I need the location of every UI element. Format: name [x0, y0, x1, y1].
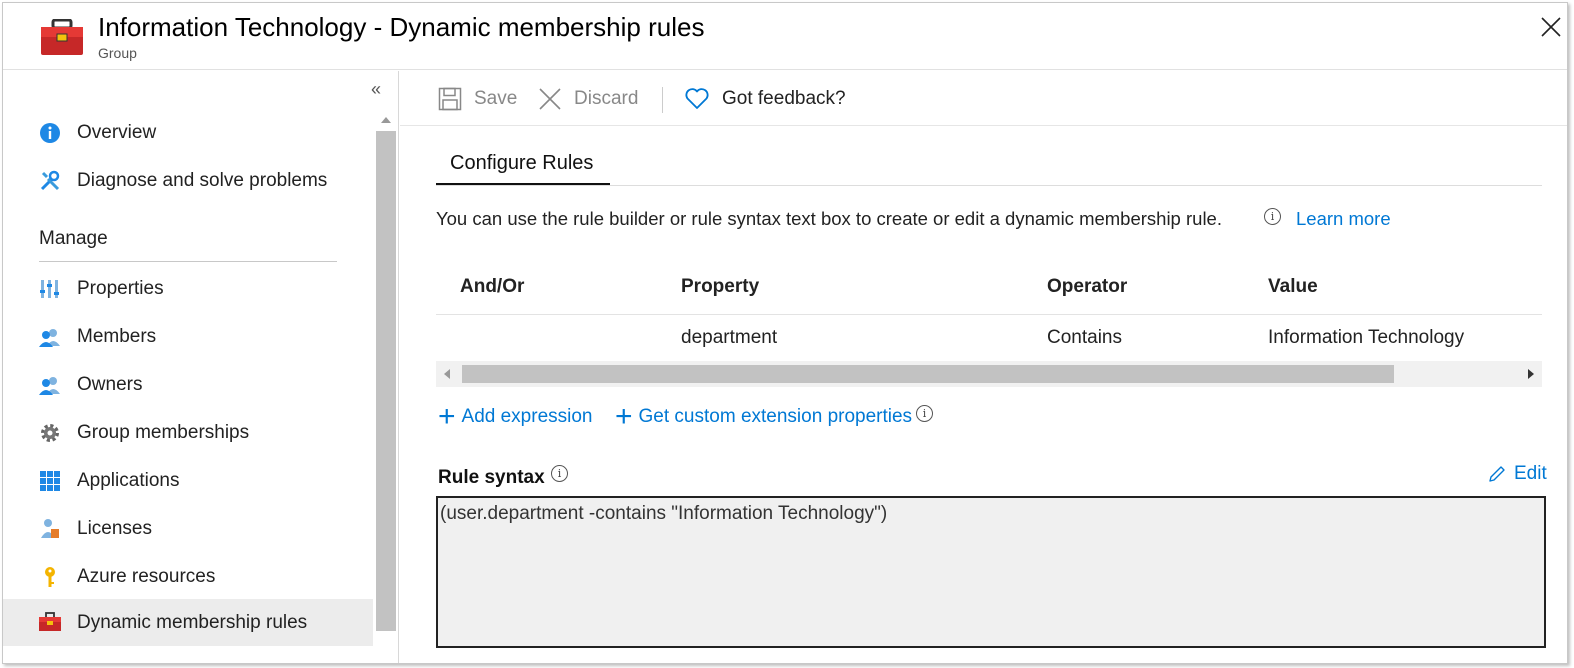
custom-extension-button[interactable]: + Get custom extension properties i — [615, 400, 934, 433]
scrollbar-thumb[interactable] — [376, 131, 396, 631]
cell-property[interactable]: department — [681, 327, 777, 349]
add-expression-label: Add expression — [461, 406, 593, 427]
sidebar-item-label: Applications — [77, 470, 180, 491]
key-icon — [45, 567, 55, 587]
sidebar-item-label: Members — [77, 326, 157, 347]
save-label: Save — [474, 88, 518, 109]
sidebar-item-properties[interactable]: Properties — [3, 266, 373, 312]
description-body: You can use the rule builder or rule syn… — [436, 208, 1222, 229]
close-icon[interactable] — [1539, 15, 1563, 39]
page-title: Information Technology - Dynamic members… — [98, 12, 705, 42]
tab-configure-rules[interactable]: Configure Rules — [436, 149, 610, 186]
toolbox-icon — [41, 19, 83, 55]
collapse-sidebar-button[interactable]: « — [371, 79, 381, 100]
plus-icon: + — [438, 400, 456, 433]
sidebar-scrollbar[interactable] — [374, 111, 396, 663]
feedback-button[interactable]: Got feedback? — [684, 83, 846, 115]
sidebar: « Overview Diagnose and solve problems M… — [3, 71, 399, 663]
column-header-and-or: And/Or — [460, 276, 525, 297]
info-icon[interactable]: i — [916, 404, 934, 422]
scroll-right-arrow[interactable] — [1528, 369, 1534, 379]
scroll-left-arrow[interactable] — [444, 369, 450, 379]
column-header-operator: Operator — [1047, 276, 1128, 297]
toolbar-divider — [662, 87, 663, 113]
sidebar-item-label: Owners — [77, 374, 143, 395]
members-icon — [39, 329, 60, 347]
edit-label: Edit — [1514, 463, 1547, 484]
save-icon — [438, 87, 462, 111]
sidebar-item-diagnose[interactable]: Diagnose and solve problems — [3, 158, 373, 204]
grid-icon — [40, 471, 60, 491]
blade-window: Information Technology - Dynamic members… — [2, 2, 1568, 664]
license-icon — [41, 519, 59, 538]
custom-extension-label: Get custom extension properties — [638, 406, 913, 427]
cell-operator[interactable]: Contains — [1047, 327, 1122, 349]
wrench-icon — [40, 170, 60, 191]
plus-icon: + — [615, 400, 633, 433]
cell-value[interactable]: Information Technology — [1268, 327, 1464, 349]
main-content: Save Discard Got feedback? Configure Rul… — [400, 71, 1567, 663]
description-text: You can use the rule builder or rule syn… — [436, 208, 1281, 230]
sidebar-item-label: Dynamic membership rules — [77, 611, 308, 633]
rule-syntax-value: (user.department -contains "Information … — [440, 503, 888, 524]
learn-more-link[interactable]: Learn more — [1296, 208, 1391, 230]
scrollbar-thumb[interactable] — [462, 365, 1394, 383]
sidebar-item-owners[interactable]: Owners — [3, 362, 373, 408]
toolbox-icon — [39, 612, 61, 631]
sidebar-item-group-memberships[interactable]: Group memberships — [3, 410, 373, 456]
save-button[interactable]: Save — [438, 83, 517, 115]
heart-icon — [685, 88, 709, 109]
sidebar-item-licenses[interactable]: Licenses — [3, 506, 373, 552]
column-header-property: Property — [681, 276, 760, 297]
pencil-icon — [1489, 466, 1505, 482]
command-bar: Save Discard Got feedback? — [400, 71, 1567, 126]
info-icon[interactable]: i — [551, 465, 568, 482]
column-header-value: Value — [1268, 276, 1318, 297]
blade-header: Information Technology - Dynamic members… — [3, 3, 1567, 70]
sidebar-item-label: Overview — [77, 122, 157, 143]
feedback-label: Got feedback? — [722, 88, 846, 109]
edit-button[interactable]: Edit — [1488, 463, 1547, 485]
scroll-up-arrow[interactable] — [381, 117, 391, 123]
table-horizontal-scrollbar[interactable] — [436, 361, 1542, 387]
add-expression-button[interactable]: + Add expression — [438, 400, 593, 433]
section-heading-manage: Manage — [39, 228, 108, 249]
rule-syntax-label: Rule syntax — [438, 467, 545, 488]
rule-syntax-textbox[interactable]: (user.department -contains "Information … — [436, 496, 1546, 648]
tab-divider — [436, 185, 1542, 186]
sidebar-item-label: Azure resources — [77, 566, 216, 587]
discard-icon — [539, 88, 561, 110]
section-divider — [39, 261, 337, 262]
sidebar-item-label: Licenses — [77, 518, 152, 539]
sidebar-item-label: Diagnose and solve problems — [77, 170, 328, 191]
tab-label: Configure Rules — [450, 152, 594, 174]
sidebar-item-applications[interactable]: Applications — [3, 458, 373, 504]
discard-button[interactable]: Discard — [538, 83, 638, 115]
properties-icon — [40, 280, 59, 298]
sidebar-item-overview[interactable]: Overview — [3, 110, 373, 156]
sidebar-item-label: Properties — [77, 278, 164, 299]
sidebar-item-dynamic-membership-rules[interactable]: Dynamic membership rules — [3, 599, 373, 646]
page-subtitle: Group — [98, 45, 137, 61]
owners-icon — [39, 377, 60, 395]
sidebar-item-label: Group memberships — [77, 422, 250, 443]
table-header-divider — [436, 314, 1542, 315]
info-icon — [40, 123, 60, 143]
discard-label: Discard — [574, 88, 639, 109]
sidebar-item-azure-resources[interactable]: Azure resources — [3, 554, 373, 600]
info-icon[interactable]: i — [1264, 208, 1281, 225]
sidebar-item-members[interactable]: Members — [3, 314, 373, 360]
gear-icon — [41, 424, 59, 442]
